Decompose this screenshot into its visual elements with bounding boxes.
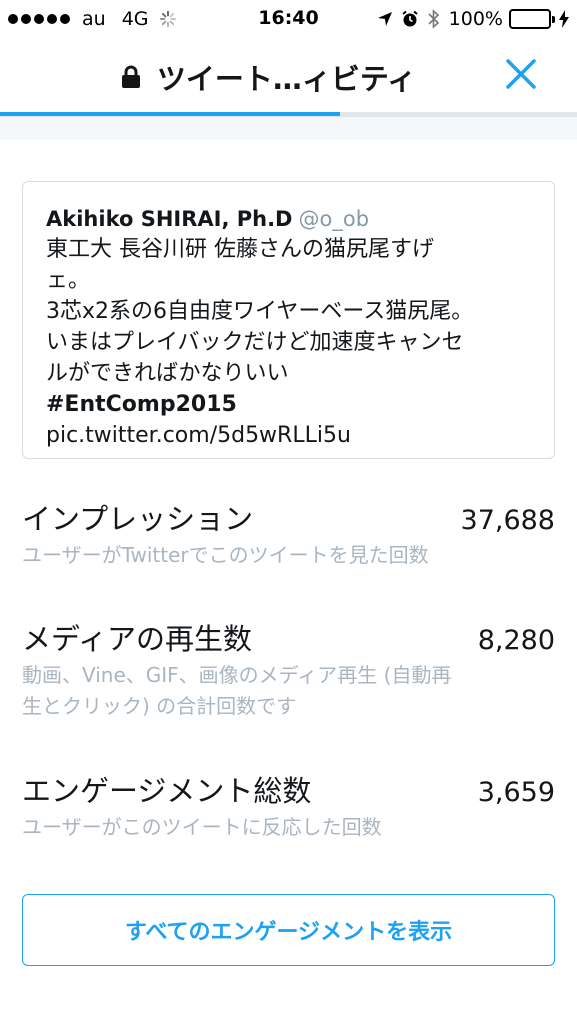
battery-icon — [509, 9, 555, 29]
tweet-media-link[interactable]: pic.twitter.com/5d5wRLLi5u — [46, 420, 532, 451]
author-name: Akihiko SHIRAI, Ph.D — [46, 207, 293, 231]
tweet-card[interactable]: Akihiko SHIRAI, Ph.D @o_ob 東工大 長谷川研 佐藤さんの… — [22, 181, 555, 459]
metric-description: ユーザーがこのツイートに反応した回数 — [22, 812, 555, 843]
navigation-bar: ツイート…ィビティ — [0, 38, 577, 118]
close-icon[interactable] — [503, 56, 539, 92]
metric-description: ユーザーがTwitterでこのツイートを見た回数 — [22, 540, 555, 571]
metric-label: エンゲージメント総数 — [22, 774, 312, 808]
metric-impressions: インプレッション 37,688 ユーザーがTwitterでこのツイートを見た回数 — [22, 496, 555, 571]
metric-value: 3,659 — [477, 777, 555, 808]
bluetooth-icon — [427, 9, 441, 29]
status-bar: au 4G 16:40 100% — [0, 0, 577, 38]
header-separator — [0, 116, 577, 140]
tweet-text: 東工大 長谷川研 佐藤さんの猫尻尾すげ ェ。 3芯x2系の6自由度ワイヤーベース… — [46, 234, 532, 451]
tweet-line: 東工大 長谷川研 佐藤さんの猫尻尾すげ — [46, 237, 434, 262]
status-right: 100% — [369, 7, 569, 31]
tweet-line: いまはプレイバックだけど加速度キャンセ — [46, 330, 464, 355]
page-title: ツイート…ィビティ — [156, 62, 417, 96]
view-all-engagements-button[interactable]: すべてのエンゲージメントを表示 — [22, 894, 555, 966]
metric-description-line: ユーザーがTwitterでこのツイートを見た回数 — [22, 543, 429, 567]
alarm-icon — [401, 10, 419, 28]
location-arrow-icon — [377, 11, 393, 27]
metric-description-line: 動画、Vine、GIF、画像のメディア再生 (自動再 — [22, 663, 452, 687]
tweet-hashtag[interactable]: #EntComp2015 — [46, 389, 532, 420]
tweet-line: 3芯x2系の6自由度ワイヤーベース猫尻尾。 — [46, 299, 474, 324]
lock-icon — [121, 65, 140, 88]
metric-label: インプレッション — [22, 502, 254, 536]
tweet-author: Akihiko SHIRAI, Ph.D @o_ob — [46, 204, 532, 234]
metric-value: 37,688 — [460, 505, 555, 536]
tweet-line: ルができればかなりいい — [46, 361, 289, 386]
tweet-line: ェ。 — [46, 268, 91, 293]
metric-label: メディアの再生数 — [22, 622, 252, 656]
page-title-wrap: ツイート…ィビティ — [0, 56, 577, 98]
metric-media-views: メディアの再生数 8,280 動画、Vine、GIF、画像のメディア再生 (自動… — [22, 616, 555, 722]
metric-description-line: ユーザーがこのツイートに反応した回数 — [22, 815, 382, 839]
metric-total-engagements: エンゲージメント総数 3,659 ユーザーがこのツイートに反応した回数 — [22, 768, 555, 843]
metric-value: 8,280 — [477, 625, 555, 656]
battery-percent: 100% — [448, 8, 503, 30]
metric-description: 動画、Vine、GIF、画像のメディア再生 (自動再 生とクリック) の合計回数… — [22, 660, 555, 722]
metric-description-line: 生とクリック) の合計回数です — [22, 694, 297, 718]
charging-bolt-icon — [559, 10, 569, 28]
author-handle: @o_ob — [298, 207, 370, 231]
